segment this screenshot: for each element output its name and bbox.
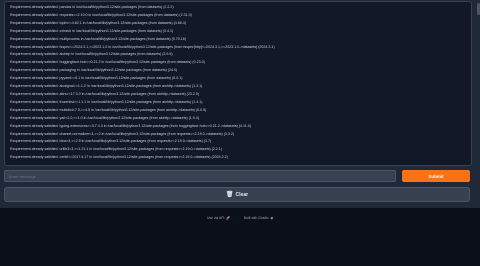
scrollbar-thumb[interactable] [476, 3, 480, 15]
clear-button[interactable]: 🗑 Clear [4, 187, 470, 202]
log-line: Requirement already satisfied: aiohttp i… [10, 52, 173, 57]
log-line: Requirement already satisfied: multiproc… [10, 36, 186, 41]
log-line: Requirement already satisfied: attrs>=17… [10, 91, 200, 96]
built-with-gradio-link[interactable]: Built with Gradio ◆ [244, 216, 273, 220]
log-line: Requirement already satisfied: certifi>=… [10, 155, 228, 160]
gradio-logo-icon: ◆ [270, 216, 274, 220]
message-input[interactable] [4, 170, 396, 182]
app-container: Requirement already satisfied: pandas in… [0, 0, 480, 208]
log-output: Requirement already satisfied: pandas in… [4, 1, 472, 166]
log-line: Requirement already satisfied: fsspec<=2… [10, 44, 275, 49]
log-line: Requirement already satisfied: aiosignal… [10, 84, 203, 89]
log-line: Requirement already satisfied: packaging… [10, 68, 178, 73]
log-lines: Requirement already satisfied: pandas in… [5, 2, 471, 162]
trash-icon: 🗑 [225, 191, 234, 198]
input-row: Submit [4, 170, 470, 182]
log-line: Requirement already satisfied: pandas in… [10, 5, 174, 9]
footer-separator: · [236, 216, 238, 220]
log-line: Requirement already satisfied: urllib3<3… [10, 147, 222, 152]
submit-button[interactable]: Submit [402, 170, 470, 182]
api-link-label: Use via API [206, 216, 225, 220]
log-line: Requirement already satisfied: multidict… [10, 107, 207, 112]
log-line: Requirement already satisfied: charset-n… [10, 131, 235, 136]
use-via-api-link[interactable]: Use via API 🚀 [207, 216, 231, 220]
built-with-label: Built with Gradio [243, 216, 269, 220]
footer: Use via API 🚀 · Built with Gradio ◆ [0, 214, 480, 222]
log-line: Requirement already satisfied: requests>… [10, 12, 192, 17]
log-line: Requirement already satisfied: xxhash in… [10, 28, 174, 33]
log-line: Requirement already satisfied: tqdm>=4.6… [10, 20, 186, 25]
log-line: Requirement already satisfied: yarl<2.0,… [10, 115, 199, 120]
log-line: Requirement already satisfied: typing-ex… [10, 123, 251, 128]
log-line: Requirement already satisfied: pyyaml>=5… [10, 76, 183, 81]
log-line: Requirement already satisfied: idna<4,>=… [10, 139, 212, 144]
log-line: Requirement already satisfied: frozenlis… [10, 99, 203, 104]
rocket-icon: 🚀 [226, 216, 231, 220]
log-scrollbar[interactable] [476, 1, 480, 164]
clear-button-label: Clear [235, 191, 249, 198]
log-line: Requirement already satisfied: huggingfa… [10, 60, 205, 65]
